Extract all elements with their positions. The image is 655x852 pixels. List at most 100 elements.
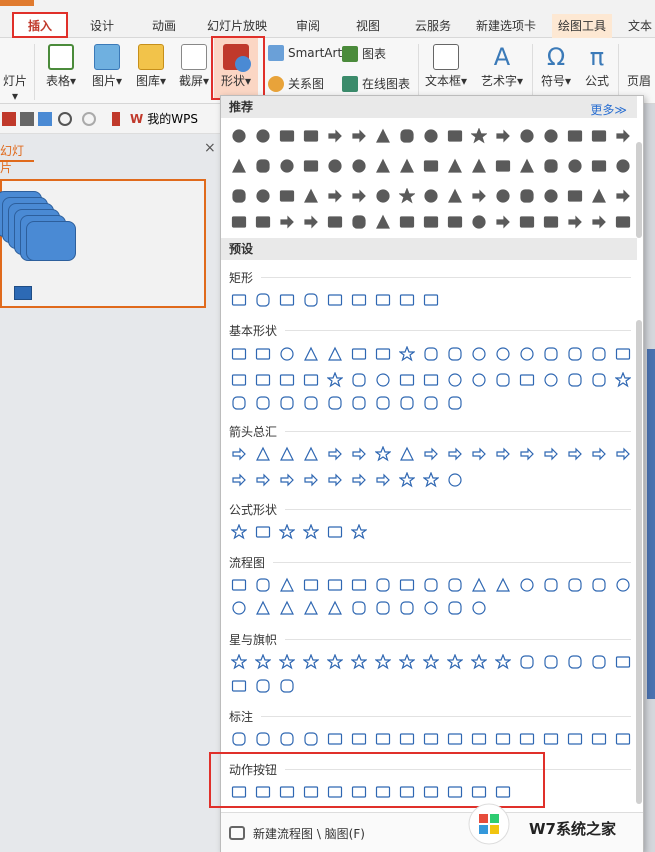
recommend-shape[interactable] xyxy=(519,214,535,230)
basic-shape[interactable] xyxy=(351,395,367,411)
flowchart-shape[interactable] xyxy=(303,600,319,616)
mywps-button[interactable]: W 我的WPS xyxy=(130,110,198,127)
app-menu-strip[interactable] xyxy=(0,0,34,6)
formula-shape[interactable] xyxy=(351,524,367,540)
arrow-shape[interactable] xyxy=(303,472,319,488)
flowchart-shape[interactable] xyxy=(471,600,487,616)
flowchart-shape[interactable] xyxy=(519,577,535,593)
arrow-shape[interactable] xyxy=(447,446,463,462)
callout-shape[interactable] xyxy=(543,731,559,747)
star-shape[interactable] xyxy=(231,654,247,670)
header-button[interactable]: 页眉 xyxy=(622,72,655,89)
arrow-shape[interactable] xyxy=(399,472,415,488)
star-shape[interactable] xyxy=(375,654,391,670)
basic-shape[interactable] xyxy=(543,372,559,388)
star-shape[interactable] xyxy=(495,654,511,670)
formula-shape[interactable] xyxy=(303,524,319,540)
basic-shape[interactable] xyxy=(567,372,583,388)
arrow-shape[interactable] xyxy=(303,446,319,462)
arrow-shape[interactable] xyxy=(327,446,343,462)
basic-shape[interactable] xyxy=(423,346,439,362)
basic-shape[interactable] xyxy=(519,372,535,388)
arrow-shape[interactable] xyxy=(471,446,487,462)
recommend-shape[interactable] xyxy=(231,158,247,174)
recommend-shape[interactable] xyxy=(447,188,463,204)
tab-view[interactable]: 视图 xyxy=(346,14,390,38)
relation-button[interactable]: 关系图 xyxy=(268,75,324,92)
flowchart-shape[interactable] xyxy=(543,577,559,593)
flowchart-shape[interactable] xyxy=(375,600,391,616)
arrow-shape[interactable] xyxy=(423,472,439,488)
star-shape[interactable] xyxy=(255,654,271,670)
basic-shape[interactable] xyxy=(255,346,271,362)
rectangle-shape[interactable] xyxy=(303,292,319,308)
preset-scrollbar[interactable] xyxy=(636,320,642,804)
basic-shape[interactable] xyxy=(423,372,439,388)
arrow-shape[interactable] xyxy=(255,446,271,462)
preview-icon[interactable] xyxy=(38,112,52,126)
recommend-shape[interactable] xyxy=(495,128,511,144)
recommend-shape[interactable] xyxy=(231,128,247,144)
rectangle-shape[interactable] xyxy=(423,292,439,308)
star-shape[interactable] xyxy=(615,654,631,670)
star-shape[interactable] xyxy=(567,654,583,670)
basic-shape[interactable] xyxy=(351,372,367,388)
star-shape[interactable] xyxy=(423,654,439,670)
star-shape[interactable] xyxy=(447,654,463,670)
recommend-shape[interactable] xyxy=(279,158,295,174)
rectangle-shape[interactable] xyxy=(255,292,271,308)
basic-shape[interactable] xyxy=(399,372,415,388)
tab-animation[interactable]: 动画 xyxy=(142,14,186,38)
star-shape[interactable] xyxy=(543,654,559,670)
basic-shape[interactable] xyxy=(399,346,415,362)
slide-thumbnail[interactable] xyxy=(0,179,206,308)
basic-shape[interactable] xyxy=(495,372,511,388)
arrow-shape[interactable] xyxy=(279,472,295,488)
smartart-button[interactable]: SmartArt xyxy=(268,45,342,61)
chart-button[interactable]: 图表 xyxy=(342,45,386,62)
recommend-shape[interactable] xyxy=(591,188,607,204)
arrow-shape[interactable] xyxy=(423,446,439,462)
textbox-button[interactable]: 文本框▾ xyxy=(422,38,470,89)
recommend-shape[interactable] xyxy=(591,214,607,230)
arrow-shape[interactable] xyxy=(447,472,463,488)
star-shape[interactable] xyxy=(519,654,535,670)
star-shape[interactable] xyxy=(327,654,343,670)
arrow-shape[interactable] xyxy=(255,472,271,488)
recommend-shape[interactable] xyxy=(519,128,535,144)
basic-shape[interactable] xyxy=(255,372,271,388)
callout-shape[interactable] xyxy=(447,731,463,747)
rectangle-shape[interactable] xyxy=(399,292,415,308)
recommend-shape[interactable] xyxy=(231,214,247,230)
flowchart-shape[interactable] xyxy=(423,577,439,593)
basic-shape[interactable] xyxy=(567,346,583,362)
flowchart-shape[interactable] xyxy=(423,600,439,616)
recommend-shape[interactable] xyxy=(375,214,391,230)
redo-icon[interactable] xyxy=(82,112,96,126)
recommend-shape[interactable] xyxy=(543,128,559,144)
tab-text[interactable]: 文本 xyxy=(620,14,655,38)
close-icon[interactable]: × xyxy=(204,140,216,156)
recommend-shape[interactable] xyxy=(423,188,439,204)
arrow-shape[interactable] xyxy=(375,446,391,462)
gallery-button[interactable]: 图库▾ xyxy=(132,38,170,89)
online-chart-button[interactable]: 在线图表 xyxy=(342,75,410,92)
flowchart-shape[interactable] xyxy=(231,600,247,616)
tab-new[interactable]: 新建选项卡 xyxy=(468,14,544,38)
recommend-shape[interactable] xyxy=(591,158,607,174)
recommend-shape[interactable] xyxy=(471,158,487,174)
tab-cloud[interactable]: 云服务 xyxy=(408,14,458,38)
flowchart-shape[interactable] xyxy=(471,577,487,593)
flowchart-shape[interactable] xyxy=(399,600,415,616)
basic-shape[interactable] xyxy=(447,346,463,362)
arrow-shape[interactable] xyxy=(231,446,247,462)
basic-shape[interactable] xyxy=(231,346,247,362)
basic-shape[interactable] xyxy=(591,372,607,388)
formula-shape[interactable] xyxy=(231,524,247,540)
symbol-button[interactable]: Ω 符号▾ xyxy=(536,38,576,89)
recommend-shape[interactable] xyxy=(567,188,583,204)
callout-shape[interactable] xyxy=(567,731,583,747)
tab-drawing-tools[interactable]: 绘图工具 xyxy=(552,14,612,38)
recommend-shape[interactable] xyxy=(327,158,343,174)
flowchart-shape[interactable] xyxy=(255,577,271,593)
